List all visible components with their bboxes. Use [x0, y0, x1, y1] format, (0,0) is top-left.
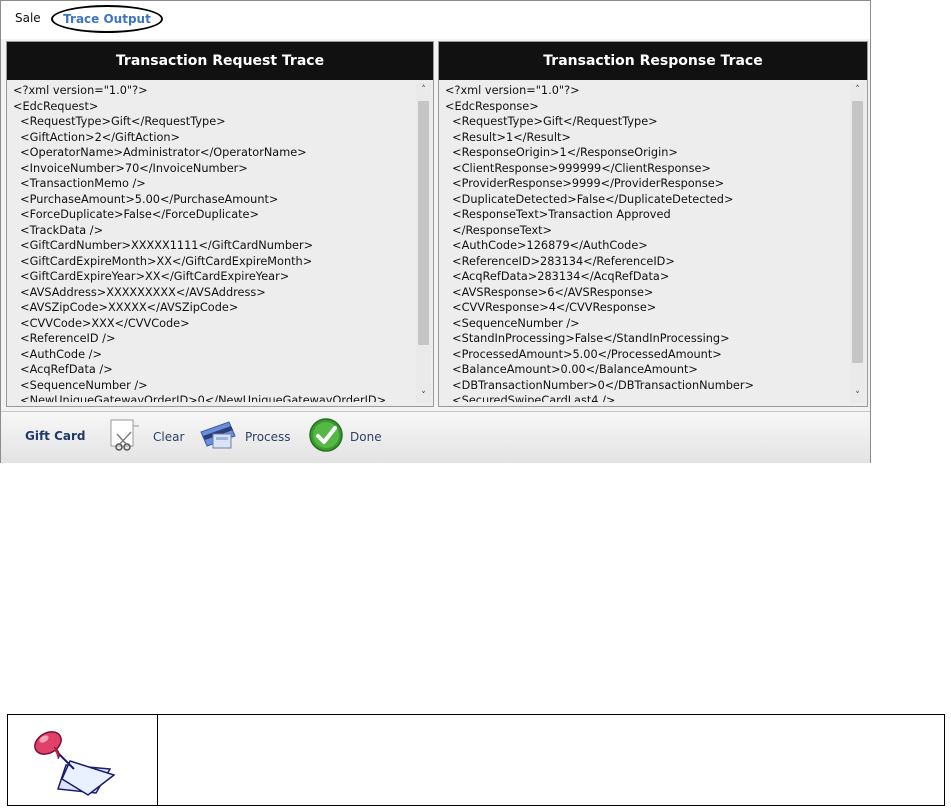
scroll-thumb[interactable]: [418, 101, 429, 345]
gift-card-toolbar: Gift Card Clear Process Done: [1, 411, 870, 463]
note-divider: [157, 715, 158, 805]
scroll-up-arrow-icon[interactable]: ˄: [416, 83, 431, 97]
response-trace-title: Transaction Response Trace: [439, 42, 867, 80]
response-trace-text[interactable]: <?xml version="1.0"?> <EdcResponse> <Req…: [445, 83, 849, 402]
done-button[interactable]: Done: [308, 417, 382, 457]
note-box: [7, 714, 945, 806]
response-trace-panel: Transaction Response Trace <?xml version…: [438, 41, 868, 407]
toolbar-title: Gift Card: [25, 429, 86, 443]
request-trace-text[interactable]: <?xml version="1.0"?> <EdcRequest> <Requ…: [13, 83, 415, 402]
clear-button[interactable]: Clear: [105, 418, 185, 456]
tab-trace-output[interactable]: Trace Output: [51, 5, 163, 33]
pushpin-note-icon: [18, 723, 146, 797]
checkmark-icon: [308, 417, 344, 457]
tab-strip: Sale Trace Output: [1, 1, 870, 39]
scissors-icon: [105, 418, 147, 456]
credit-card-icon: [199, 418, 239, 456]
response-scrollbar[interactable]: ˄ ˅: [850, 83, 865, 403]
scroll-up-arrow-icon[interactable]: ˄: [850, 83, 865, 97]
done-label: Done: [350, 430, 382, 444]
scroll-thumb[interactable]: [852, 101, 863, 363]
scroll-down-arrow-icon[interactable]: ˅: [416, 389, 431, 403]
process-button[interactable]: Process: [199, 420, 291, 454]
tab-sale[interactable]: Sale: [15, 11, 41, 25]
process-label: Process: [245, 430, 291, 444]
request-trace-title: Transaction Request Trace: [7, 42, 433, 80]
request-scrollbar[interactable]: ˄ ˅: [416, 83, 431, 403]
clear-label: Clear: [153, 430, 185, 444]
trace-output-window: Sale Trace Output Transaction Request Tr…: [0, 0, 871, 463]
request-trace-panel: Transaction Request Trace <?xml version=…: [6, 41, 434, 407]
scroll-down-arrow-icon[interactable]: ˅: [850, 389, 865, 403]
